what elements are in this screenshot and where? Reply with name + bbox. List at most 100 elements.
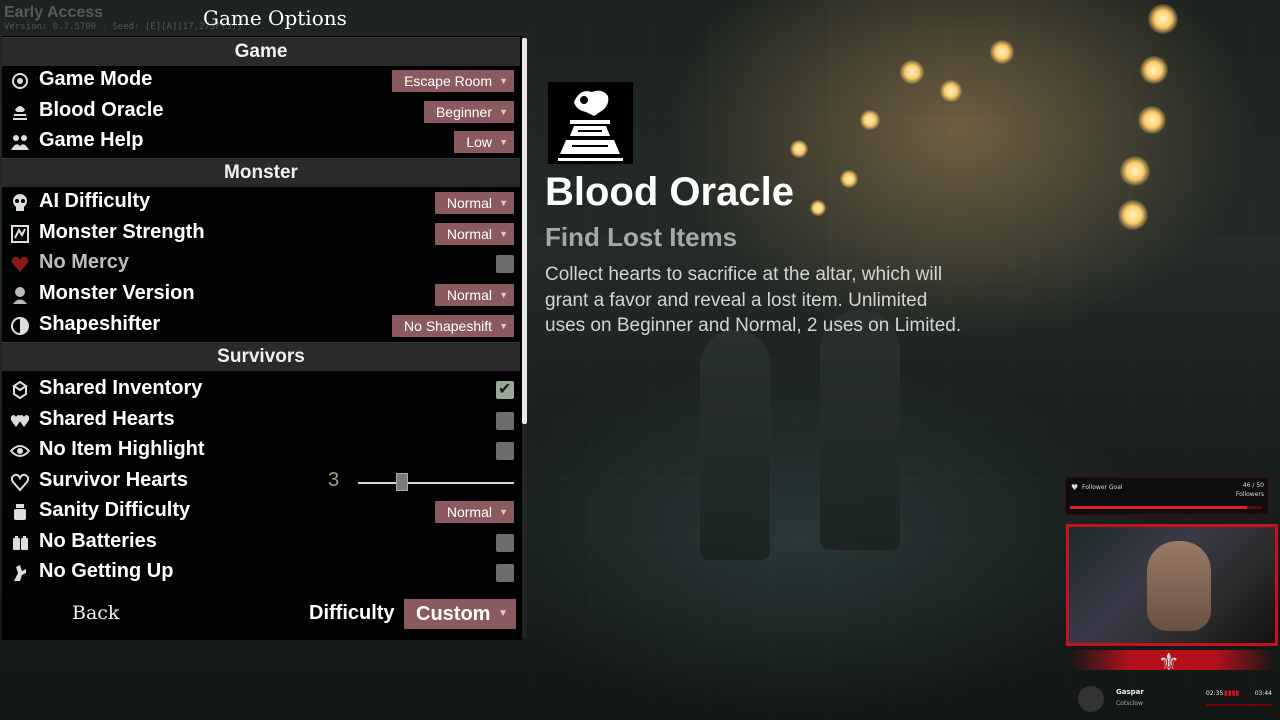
no-batteries-checkbox[interactable] [496, 534, 514, 552]
now-playing-widget: Gaspar Cotsclow 02:35 ▮▮▮▮ 03:44 [1074, 684, 1274, 718]
string-light [840, 170, 858, 188]
option-game-help[interactable]: Game Help Low ▼ [8, 127, 516, 157]
detail-subtitle: Find Lost Items [545, 222, 738, 252]
string-light [1140, 56, 1168, 84]
option-no-item-highlight[interactable]: No Item Highlight [8, 436, 516, 466]
survivor-hearts-slider-track[interactable] [358, 482, 514, 484]
sanity-icon [14, 504, 26, 520]
eye-icon [10, 445, 30, 457]
option-sanity-difficulty[interactable]: Sanity Difficulty Normal ▼ [8, 497, 516, 527]
option-no-batteries[interactable]: No Batteries [8, 528, 516, 558]
getting-up-icon [14, 565, 26, 581]
blood-oracle-dropdown[interactable]: Beginner ▼ [423, 101, 514, 123]
equalizer-icon: ▮▮▮▮ [1224, 689, 1240, 697]
option-label: No Batteries [39, 530, 157, 552]
no-getting-up-checkbox[interactable] [496, 564, 514, 582]
battery-icon [13, 536, 28, 550]
chevron-down-icon: ▼ [499, 229, 508, 239]
option-label: No Mercy [39, 251, 130, 273]
string-light [1148, 4, 1178, 34]
dropdown-value: No Shapeshift [404, 318, 492, 334]
skull-icon [13, 194, 27, 211]
back-button[interactable]: Back [72, 602, 119, 624]
survivor-heart-icon [10, 473, 30, 492]
survivor-figure [700, 330, 770, 560]
monster-version-dropdown[interactable]: Normal ▼ [434, 284, 514, 306]
string-light [860, 110, 880, 130]
option-label: AI Difficulty [39, 190, 151, 212]
difficulty-dropdown[interactable]: Custom ▼ [404, 599, 516, 629]
goal-count-value: 46 / 50 [1242, 482, 1264, 489]
option-label: Monster Strength [39, 221, 205, 243]
string-light [810, 200, 826, 216]
game-help-dropdown[interactable]: Low ▼ [454, 131, 514, 153]
chevron-down-icon: ▼ [499, 198, 508, 208]
option-ai-difficulty[interactable]: AI Difficulty Normal ▼ [8, 188, 516, 218]
dropdown-value: Normal [446, 226, 492, 242]
twitch-icon: ♥ [1071, 483, 1079, 492]
shared-hearts-checkbox[interactable] [496, 412, 514, 430]
option-shared-hearts[interactable]: Shared Hearts [8, 406, 516, 436]
follower-goal-widget: ♥ Follower Goal 46 / 50 Followers [1065, 477, 1269, 515]
monster-version-icon [13, 287, 27, 304]
game-mode-icon [12, 73, 28, 89]
dropdown-value: Normal [446, 504, 492, 520]
chevron-down-icon: ▼ [499, 321, 508, 331]
option-label: No Item Highlight [39, 438, 205, 460]
chevron-down-icon: ▼ [498, 608, 508, 619]
oracle-icon [13, 106, 27, 120]
string-light [1138, 106, 1166, 134]
ai-difficulty-dropdown[interactable]: Normal ▼ [434, 192, 514, 214]
shapeshifter-icon [11, 317, 29, 335]
dropdown-value: Low [466, 134, 492, 150]
option-label: Blood Oracle [39, 99, 164, 121]
scrollbar-thumb[interactable] [522, 38, 527, 424]
option-monster-version[interactable]: Monster Version Normal ▼ [8, 280, 516, 310]
option-label: Survivor Hearts [39, 469, 188, 491]
shapeshifter-dropdown[interactable]: No Shapeshift ▼ [392, 315, 514, 337]
page-title: Game Options [203, 6, 347, 30]
option-label: Shared Hearts [39, 408, 175, 430]
strength-icon [11, 225, 29, 243]
string-light [790, 140, 808, 158]
option-shapeshifter[interactable]: Shapeshifter No Shapeshift ▼ [8, 311, 516, 341]
monster-strength-dropdown[interactable]: Normal ▼ [434, 223, 514, 245]
inventory-icon [12, 380, 28, 400]
chevron-down-icon: ▼ [499, 290, 508, 300]
game-mode-dropdown[interactable]: Escape Room ▼ [392, 70, 514, 92]
option-label: Shapeshifter [39, 313, 161, 335]
option-survivor-hearts[interactable]: Survivor Hearts 3 [8, 467, 516, 497]
detail-description: Collect hearts to sacrifice at the altar… [545, 264, 962, 336]
string-light [1118, 200, 1148, 230]
early-access-label: Early Access [4, 4, 104, 21]
goal-count: 46 / 50 Followers [1236, 481, 1264, 499]
sanity-difficulty-dropdown[interactable]: Normal ▼ [434, 501, 514, 523]
string-light [940, 80, 962, 102]
track-progress-bar [1206, 704, 1272, 706]
checkmark-icon: ✔ [498, 379, 512, 398]
option-shared-inventory[interactable]: Shared Inventory ✔ [8, 375, 516, 405]
webcam-feed [1066, 524, 1278, 646]
option-monster-strength[interactable]: Monster Strength Normal ▼ [8, 219, 516, 249]
chevron-down-icon: ▼ [499, 137, 508, 147]
option-no-getting-up[interactable]: No Getting Up [8, 558, 516, 588]
goal-progress-bar [1070, 506, 1262, 509]
option-label: Sanity Difficulty [39, 499, 191, 521]
no-item-highlight-checkbox[interactable] [496, 442, 514, 460]
option-game-mode[interactable]: Game Mode Escape Room ▼ [8, 66, 516, 96]
blood-oracle-altar-icon [548, 82, 633, 164]
string-light [900, 60, 924, 84]
no-mercy-checkbox[interactable] [496, 255, 514, 273]
goal-title: Follower Goal [1082, 484, 1123, 491]
album-art [1078, 686, 1104, 712]
track-name: Cotsclow [1116, 700, 1143, 707]
goal-unit: Followers [1235, 491, 1264, 498]
survivor-hearts-slider-handle[interactable] [395, 473, 408, 491]
section-survivors: Survivors [2, 342, 520, 371]
option-blood-oracle[interactable]: Blood Oracle Beginner ▼ [8, 97, 516, 127]
shared-inventory-checkbox[interactable]: ✔ [496, 379, 514, 399]
dropdown-value: Custom [416, 603, 491, 625]
string-light [990, 40, 1014, 64]
option-no-mercy[interactable]: No Mercy [8, 249, 516, 279]
string-light [1120, 156, 1150, 186]
